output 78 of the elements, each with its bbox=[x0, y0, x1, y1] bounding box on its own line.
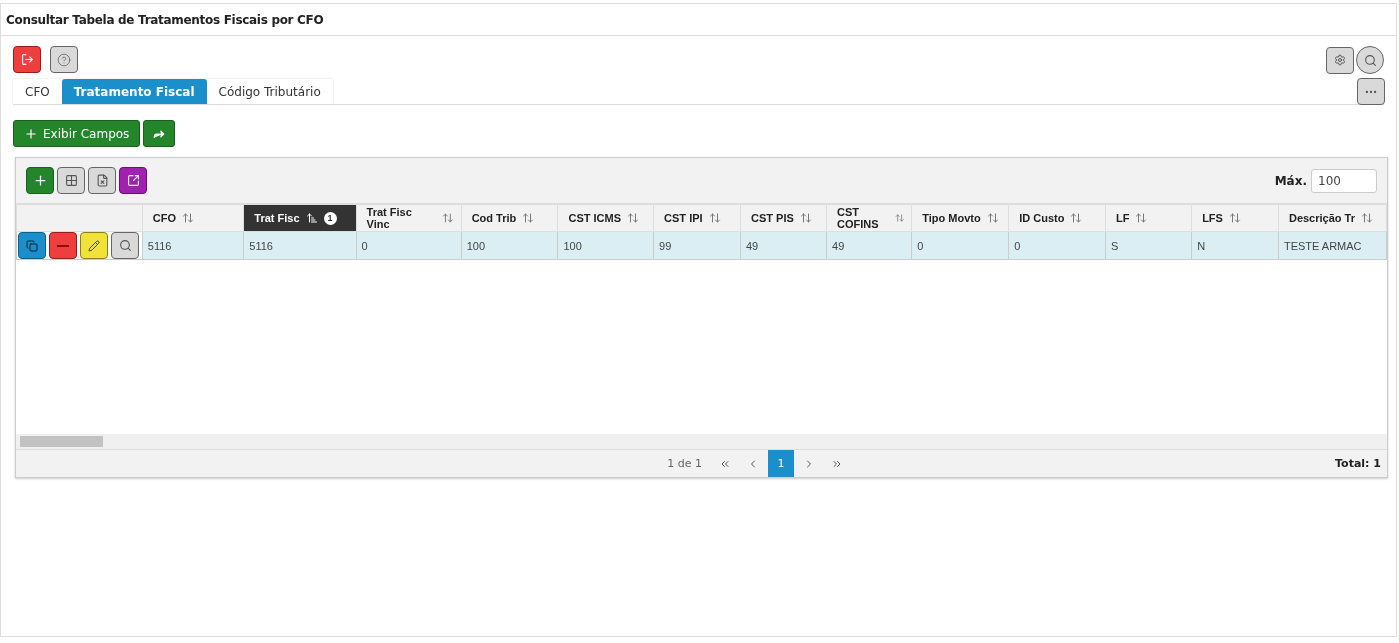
excel-export-button[interactable] bbox=[88, 167, 116, 194]
spreadsheet-file-icon bbox=[95, 174, 109, 187]
search-button[interactable] bbox=[1356, 46, 1384, 74]
table-cell: 5116 bbox=[243, 231, 357, 260]
expand-button[interactable] bbox=[119, 167, 147, 194]
view-button[interactable] bbox=[111, 232, 139, 259]
max-label: Máx. bbox=[1274, 173, 1307, 188]
plus-icon bbox=[32, 173, 48, 188]
sort-order-badge: 1 bbox=[323, 211, 337, 225]
settings-button[interactable] bbox=[1326, 46, 1354, 74]
sort-icon bbox=[1135, 212, 1148, 224]
table-cell: 0 bbox=[356, 231, 462, 260]
minus-icon bbox=[57, 244, 69, 247]
table-cell: 0 bbox=[1008, 231, 1106, 260]
exit-button[interactable] bbox=[13, 46, 41, 73]
column-header[interactable]: CST ICMS bbox=[558, 204, 654, 232]
column-header[interactable]: ID Custo bbox=[1008, 204, 1106, 232]
table-cell: 5116 bbox=[142, 231, 244, 260]
edit-button[interactable] bbox=[80, 232, 108, 259]
search-icon bbox=[118, 239, 132, 252]
table-cell: S bbox=[1105, 231, 1192, 260]
delete-button[interactable] bbox=[49, 232, 77, 259]
column-header[interactable]: Trat Fisc Vinc bbox=[356, 204, 462, 232]
column-header[interactable]: CST PIS bbox=[740, 204, 827, 232]
horizontal-scrollbar[interactable] bbox=[16, 434, 1387, 449]
exit-icon bbox=[20, 53, 34, 66]
plus-icon bbox=[24, 126, 38, 141]
page-button[interactable]: 1 bbox=[767, 450, 794, 477]
sort-icon bbox=[627, 212, 640, 224]
pencil-icon bbox=[88, 239, 100, 252]
grid-button[interactable] bbox=[57, 167, 85, 194]
copy-button[interactable] bbox=[18, 232, 46, 259]
tab[interactable]: CFO bbox=[13, 79, 62, 104]
table-cell: 99 bbox=[653, 231, 741, 260]
page-summary: 1 de 1 bbox=[667, 457, 702, 470]
sort-icon bbox=[182, 212, 195, 224]
more-button[interactable] bbox=[1357, 78, 1385, 105]
help-button[interactable] bbox=[50, 46, 78, 73]
table-cell: 0 bbox=[911, 231, 1009, 260]
add-button[interactable] bbox=[26, 167, 54, 194]
settings-icon bbox=[1334, 54, 1346, 66]
column-header[interactable]: Trat Fisc 1 bbox=[243, 204, 357, 232]
sort-icon bbox=[708, 212, 721, 224]
column-header[interactable]: CST IPI bbox=[653, 204, 741, 232]
sort-ascending-icon bbox=[305, 212, 318, 224]
window-title: Consultar Tabela de Tratamentos Fiscais por CFO bbox=[1, 4, 1396, 36]
tab[interactable]: Tratamento Fiscal bbox=[61, 79, 207, 104]
sort-icon bbox=[442, 212, 454, 224]
tab[interactable]: Código Tributário bbox=[206, 79, 333, 104]
copy-icon bbox=[26, 239, 38, 252]
sort-icon bbox=[799, 212, 812, 224]
column-header[interactable]: LF bbox=[1105, 204, 1192, 232]
column-header[interactable]: Descrição Tr bbox=[1278, 204, 1387, 232]
forward-button[interactable] bbox=[143, 120, 176, 147]
expand-icon bbox=[126, 174, 140, 187]
table-cell: TESTE ARMAC bbox=[1278, 231, 1387, 260]
help-icon bbox=[57, 52, 71, 67]
table-cell: N bbox=[1191, 231, 1279, 260]
column-header[interactable]: CST COFINS bbox=[826, 204, 912, 232]
grid-icon bbox=[64, 174, 78, 187]
sort-icon bbox=[1228, 212, 1241, 224]
max-rows-field[interactable]: 100 bbox=[1311, 168, 1377, 193]
show-fields-button[interactable]: Exibir Campos bbox=[13, 120, 141, 147]
table-cell: 100 bbox=[461, 231, 558, 260]
total-count: Total: 1 bbox=[1335, 457, 1381, 470]
table-cell: 49 bbox=[826, 231, 912, 260]
sort-icon bbox=[522, 212, 535, 224]
column-header[interactable]: LFS bbox=[1191, 204, 1279, 232]
column-header[interactable]: Cod Trib bbox=[461, 204, 558, 232]
column-header[interactable]: CFO bbox=[142, 204, 244, 232]
sort-icon bbox=[1361, 212, 1373, 224]
table-cell: 100 bbox=[558, 231, 654, 260]
column-header[interactable]: Tipo Movto bbox=[911, 204, 1009, 232]
table-cell: 49 bbox=[740, 231, 827, 260]
search-icon bbox=[1363, 53, 1377, 67]
sort-icon bbox=[986, 212, 999, 224]
sort-icon bbox=[1070, 212, 1083, 224]
sort-icon bbox=[894, 212, 905, 224]
